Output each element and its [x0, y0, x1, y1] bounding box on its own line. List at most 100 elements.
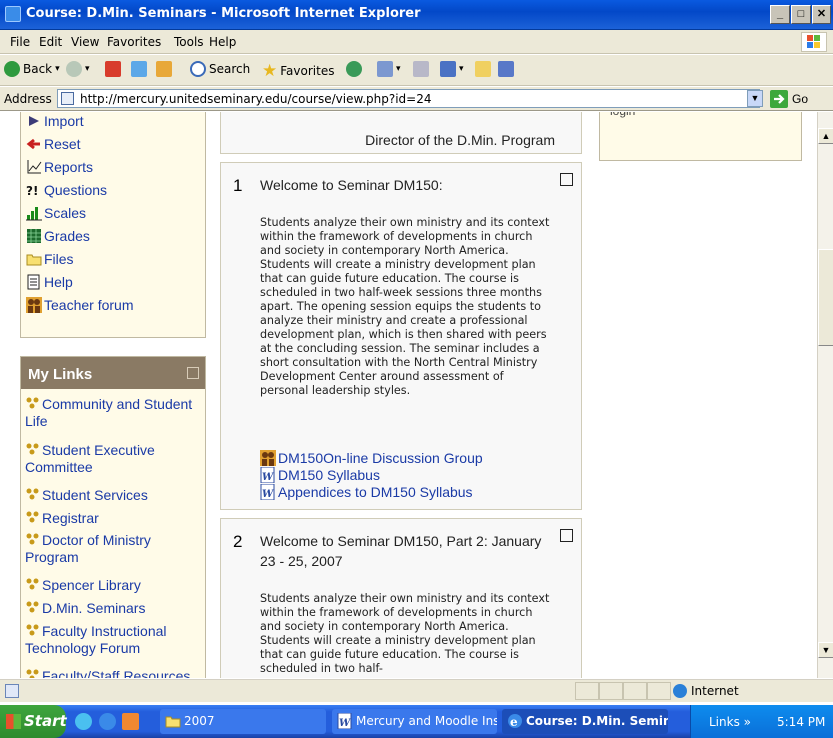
back-label: Back: [23, 62, 53, 76]
link-label: Student Services: [42, 487, 148, 503]
title-bar: Course: D.Min. Seminars - Microsoft Inte…: [0, 0, 833, 30]
taskbar-word-document[interactable]: W Mercury and Moodle Inst...: [332, 709, 497, 734]
admin-import-label: Import: [44, 113, 84, 129]
admin-reports-label: Reports: [44, 159, 94, 175]
taskbar-label: Mercury and Moodle Inst...: [356, 714, 497, 728]
link-faculty-instructional-technology-forum[interactable]: Faculty Instructional Technology Forum: [25, 623, 203, 657]
admin-questions[interactable]: ?! Questions: [26, 182, 107, 198]
topic-summary: Students analyze their own ministry and …: [260, 592, 550, 675]
admin-teacher-forum[interactable]: Teacher forum: [26, 297, 133, 313]
highlight-checkbox[interactable]: [560, 529, 573, 542]
admin-reset-label: Reset: [44, 136, 81, 152]
address-dropdown-button[interactable]: ▼: [747, 90, 763, 107]
word-document-icon: W: [260, 484, 275, 500]
folder-icon: [26, 254, 42, 266]
back-button[interactable]: Back ▾: [4, 61, 60, 77]
link-student-services[interactable]: Student Services: [25, 487, 203, 504]
start-button[interactable]: Start: [0, 705, 67, 738]
topic-title: Welcome to Seminar DM150, Part 2: Januar…: [260, 533, 542, 569]
page-icon: [61, 92, 74, 105]
favorites-button[interactable]: ★ Favorites: [262, 61, 334, 81]
media-quicklaunch-icon[interactable]: [122, 713, 139, 730]
taskbar: Start 2007 W Mercury and Moodle Inst... …: [0, 705, 833, 738]
vertical-scrollbar[interactable]: ▲ ▼: [817, 112, 833, 678]
discuss-button[interactable]: [475, 61, 491, 77]
menu-view[interactable]: View: [71, 35, 99, 49]
print-button[interactable]: [413, 61, 429, 77]
history-button[interactable]: [346, 61, 362, 77]
mail-button[interactable]: ▾: [377, 61, 401, 77]
taskbar-label: Course: D.Min. Semin...: [526, 714, 668, 728]
menu-favorites[interactable]: Favorites: [107, 35, 161, 49]
show-desktop-icon[interactable]: [75, 713, 92, 730]
menu-file[interactable]: File: [10, 35, 30, 49]
links-toolbar-button[interactable]: Links »: [709, 715, 751, 729]
home-button[interactable]: [156, 61, 172, 77]
scroll-down-button[interactable]: ▼: [818, 642, 833, 658]
minimize-button[interactable]: _: [770, 5, 790, 24]
link-chain-icon: [26, 397, 39, 409]
import-icon: [29, 116, 39, 126]
taskbar-active-ie-window[interactable]: e Course: D.Min. Semin...: [502, 709, 668, 734]
start-label: Start: [24, 712, 67, 730]
close-button[interactable]: ✕: [812, 5, 831, 24]
page-viewport: Import Reset Reports ?! Questions Scales …: [0, 112, 817, 678]
director-title: Director of the D.Min. Program: [365, 132, 555, 148]
resource-discussion-group[interactable]: DM150On-line Discussion Group: [260, 450, 483, 466]
admin-reports[interactable]: Reports: [26, 159, 93, 175]
refresh-icon: [131, 61, 147, 77]
scroll-up-button[interactable]: ▲: [818, 128, 833, 144]
address-url: http://mercury.unitedseminary.edu/course…: [80, 92, 432, 106]
link-community-student-life[interactable]: Community and Student Life: [25, 396, 203, 430]
link-student-executive-committee[interactable]: Student Executive Committee: [25, 442, 203, 476]
topic-section-2: 2 Welcome to Seminar DM150, Part 2: Janu…: [220, 518, 582, 678]
messenger-button[interactable]: [498, 61, 514, 77]
link-chain-icon: [26, 488, 39, 500]
menu-tools[interactable]: Tools: [174, 35, 204, 49]
forward-button[interactable]: ▾: [66, 61, 90, 77]
scroll-thumb[interactable]: [818, 249, 833, 346]
status-bar: Internet: [0, 679, 833, 702]
link-faculty-staff-resources[interactable]: Faculty/Staff Resources: [25, 668, 203, 678]
highlight-checkbox[interactable]: [560, 173, 573, 186]
maximize-button[interactable]: □: [791, 5, 811, 24]
go-arrow-icon[interactable]: [770, 90, 788, 108]
link-registrar[interactable]: Registrar: [25, 510, 203, 527]
link-label: Spencer Library: [42, 577, 141, 593]
search-button[interactable]: Search: [190, 61, 250, 77]
link-doctor-of-ministry-program[interactable]: Doctor of Ministry Program: [25, 532, 203, 566]
hide-block-button[interactable]: [187, 367, 199, 379]
admin-files[interactable]: Files: [26, 251, 74, 267]
admin-scales-label: Scales: [44, 205, 87, 221]
links-chevron: »: [743, 715, 751, 729]
edit-button[interactable]: ▾: [440, 61, 464, 77]
go-button[interactable]: Go: [792, 92, 808, 106]
admin-import[interactable]: Import: [26, 113, 84, 129]
ie-page-icon: [5, 6, 21, 22]
link-chain-icon: [26, 578, 39, 590]
menu-edit[interactable]: Edit: [39, 35, 62, 49]
stop-button[interactable]: [105, 61, 121, 77]
address-input[interactable]: http://mercury.unitedseminary.edu/course…: [57, 89, 760, 108]
link-dmin-seminars[interactable]: D.Min. Seminars: [25, 600, 203, 617]
admin-reset[interactable]: Reset: [26, 136, 81, 152]
admin-help[interactable]: Help: [26, 274, 73, 290]
mail-icon: [377, 61, 393, 77]
system-tray: Links » 5:14 PM: [690, 705, 833, 738]
svg-text:W: W: [262, 489, 275, 500]
resource-syllabus[interactable]: W DM150 Syllabus: [260, 467, 380, 483]
refresh-button[interactable]: [131, 61, 147, 77]
status-cell: [599, 682, 623, 700]
menu-help[interactable]: Help: [209, 35, 236, 49]
link-spencer-library[interactable]: Spencer Library: [25, 577, 203, 594]
ie-quicklaunch-icon[interactable]: [99, 713, 116, 730]
admin-scales[interactable]: Scales: [26, 205, 86, 221]
taskbar-folder-2007[interactable]: 2007: [160, 709, 326, 734]
svg-text:W: W: [339, 718, 352, 729]
resource-appendices[interactable]: W Appendices to DM150 Syllabus: [260, 484, 473, 500]
svg-text:W: W: [262, 472, 275, 483]
login-text: login: [610, 112, 635, 118]
admin-grades[interactable]: Grades: [26, 228, 90, 244]
link-label: D.Min. Seminars: [42, 600, 146, 616]
topic-title: Welcome to Seminar DM150:: [260, 177, 443, 193]
